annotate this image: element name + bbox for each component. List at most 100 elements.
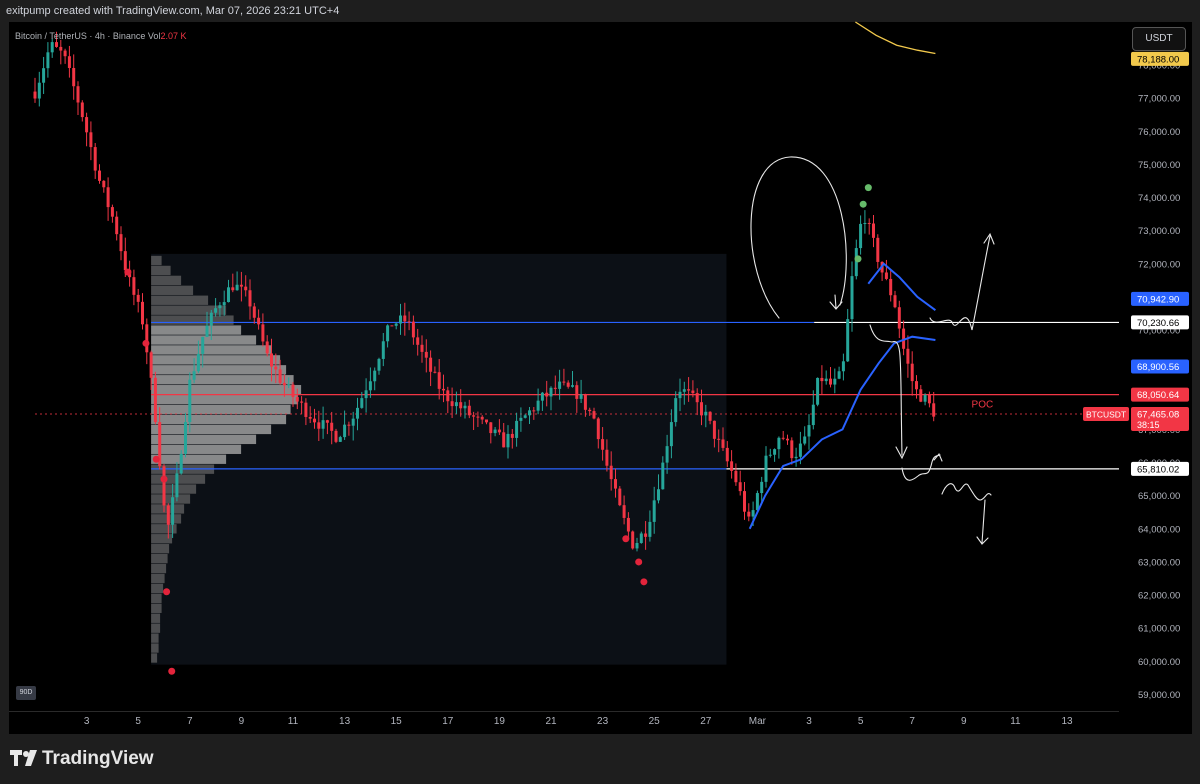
candle-body — [175, 473, 179, 498]
chart-legend: Bitcoin / TetherUS · 4h · Binance Vol2.0… — [15, 31, 186, 41]
volume-profile-bar — [151, 643, 159, 653]
candle-body — [235, 284, 239, 291]
candle-body — [313, 418, 316, 423]
candle-body — [820, 377, 824, 382]
candle-body — [67, 56, 71, 69]
buy-signal-dot — [859, 200, 867, 208]
candle-body — [76, 86, 80, 103]
range-badge[interactable]: 90D — [16, 686, 36, 700]
candle-body — [596, 418, 600, 440]
candle-body — [304, 402, 308, 417]
candle-body — [407, 321, 411, 323]
volume-profile-bar — [151, 394, 299, 405]
candle-body — [644, 533, 648, 537]
candle-body — [790, 440, 794, 459]
candle-body — [661, 462, 665, 490]
candle-body — [37, 82, 41, 99]
candle-body — [278, 369, 282, 383]
candle-body — [919, 389, 923, 402]
volume-profile-bar — [151, 613, 161, 623]
price-tick-label: 60,000.00 — [1138, 657, 1180, 668]
candle-body — [558, 381, 562, 389]
volume-profile-bar — [151, 414, 287, 425]
price-tick-label: 75,000.00 — [1138, 160, 1180, 171]
price-tick-label: 74,000.00 — [1138, 193, 1180, 204]
candle-body — [115, 216, 119, 235]
candle-body — [781, 437, 785, 439]
candle-body — [338, 437, 342, 442]
candle-body — [575, 385, 579, 399]
candle-body — [343, 424, 347, 438]
volume-profile-bar — [151, 653, 158, 663]
candle-body — [553, 387, 557, 389]
candle-body — [123, 251, 127, 271]
candle-body — [528, 410, 531, 416]
candle-body — [708, 411, 712, 421]
candle-body — [270, 353, 273, 367]
volume-profile-bar — [151, 534, 173, 544]
candle-body — [218, 305, 222, 309]
volume-profile-bar — [151, 404, 291, 415]
candle-body — [773, 449, 777, 455]
moving-average-line — [855, 21, 936, 55]
candle-body — [872, 223, 875, 238]
candle-body — [682, 389, 686, 392]
candle-body — [592, 411, 596, 419]
candle-body — [725, 447, 729, 462]
candle-body — [381, 341, 385, 359]
candle-body — [841, 361, 845, 372]
candle-body — [429, 357, 433, 372]
candle-body — [493, 429, 497, 434]
volume-profile-bar — [151, 544, 170, 554]
candle-body — [704, 411, 708, 416]
time-axis[interactable]: 3 5 7 9 11 13 15 17 19 21 23 25 27 Mar 3 5 7 9 11 13 — [84, 716, 1073, 727]
price-chart[interactable]: POC 59,000.00 60,000.00 61,000.00 62,000.00… — [0, 0, 1200, 784]
candle-body — [863, 222, 867, 224]
candle-body — [184, 422, 187, 454]
candle-body — [282, 382, 286, 386]
candle-body — [416, 337, 420, 345]
candle-body — [261, 324, 265, 342]
candle-body — [334, 430, 338, 442]
currency-button[interactable]: USDT — [1132, 27, 1186, 51]
candle-body — [72, 68, 76, 87]
candle-body — [846, 319, 850, 362]
candle-body — [347, 424, 351, 426]
candle-body — [665, 446, 669, 463]
candle-body — [743, 491, 746, 512]
candle-body — [687, 389, 691, 391]
volume-profile-bar — [151, 583, 164, 594]
price-tick-label: 65,000.00 — [1138, 491, 1180, 502]
hand-drawn-path-down — [869, 324, 908, 460]
candle-body — [906, 348, 910, 364]
hand-drawings: POC — [750, 156, 995, 545]
time-tick-label: 23 — [597, 716, 609, 727]
volume-profile-bar — [151, 275, 182, 286]
candle-body — [738, 482, 742, 492]
candle-body — [162, 466, 166, 506]
candle-body — [536, 400, 540, 411]
candle-body — [110, 207, 114, 217]
candle-body — [248, 290, 252, 307]
candle-body — [360, 398, 364, 408]
volume-profile-bar — [151, 623, 161, 633]
volume-profile-bar — [151, 365, 287, 375]
candle-body — [454, 402, 458, 407]
buy-signal-dot — [854, 255, 862, 263]
candle-body — [231, 287, 235, 291]
candle-body — [794, 456, 798, 459]
vwap-upper-line — [867, 262, 936, 312]
current-price-label: 67,465.08 — [1137, 410, 1179, 421]
time-tick-label: 25 — [649, 716, 661, 727]
price-axis[interactable]: 59,000.00 60,000.00 61,000.00 62,000.00 63,0… — [1138, 61, 1180, 701]
candle-body — [691, 390, 695, 394]
volume-profile-bar — [151, 285, 194, 295]
poc-annotation: POC — [972, 400, 994, 411]
candle-body — [626, 517, 630, 532]
candle-body — [751, 510, 755, 517]
candle-body — [209, 312, 213, 326]
hand-drawn-circle — [750, 156, 847, 319]
candle-body — [562, 381, 566, 383]
candle-body — [214, 308, 218, 313]
candle-body — [265, 341, 269, 354]
